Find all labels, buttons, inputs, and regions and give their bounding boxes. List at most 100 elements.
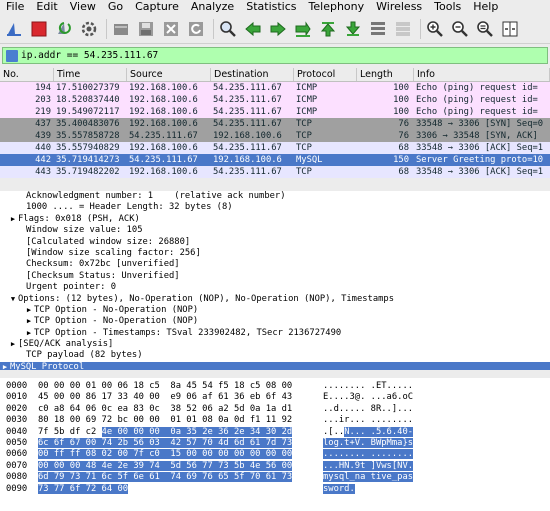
expand-arrow-icon[interactable]: ▶ [24,328,34,339]
packet-protocol: TCP [296,167,312,177]
collapse-arrow-icon[interactable]: ▼ [8,294,18,305]
packet-row[interactable]: 440 35.557940829 192.168.100.6 54.235.111.6… [0,142,550,154]
expand-arrow-icon[interactable]: ▶ [8,214,18,225]
reload-icon[interactable] [185,18,207,40]
packet-protocol: TCP [296,131,312,141]
hex-offset: 0070 [6,460,28,471]
hex-row[interactable]: 0090 73 77 6f 72 64 00 sword. [0,483,550,495]
hex-bytes-plain: 45 00 00 86 17 33 40 00 e9 06 af 61 36 e… [38,392,293,403]
menu-edit[interactable]: Edit [30,0,63,14]
shark-fin-icon[interactable] [3,18,25,40]
packet-protocol: TCP [296,143,312,153]
save-file-icon[interactable] [135,18,157,40]
menu-statistics[interactable]: Statistics [240,0,302,14]
detail-tree-label: TCP Option - No-Operation (NOP) [34,304,199,315]
detail-tree-item[interactable]: ▶ TCP Option - Timestamps: TSval 23390248… [0,328,550,339]
column-header-time[interactable]: Time [54,68,127,81]
detail-tree-item[interactable]: ▶ TCP Option - No-Operation (NOP) [0,316,550,327]
go-first-icon[interactable] [317,18,339,40]
detail-tree-item[interactable]: Urgent pointer: 0 [0,282,550,293]
stop-icon[interactable] [28,18,50,40]
go-back-icon[interactable] [242,18,264,40]
go-to-packet-icon[interactable] [292,18,314,40]
pane-splitter[interactable] [0,371,550,377]
column-header-length[interactable]: Length [357,68,414,81]
hex-bytes-highlighted: 6d 79 73 71 6c 5f 6e 61 74 69 76 65 5f 7… [38,472,293,483]
menu-help[interactable]: Help [467,0,504,14]
expand-arrow-icon[interactable]: ▶ [24,316,34,327]
go-last-icon[interactable] [342,18,364,40]
hex-bytes: 00 00 00 01 00 06 18 c5 8a 45 54 f5 18 c… [38,381,292,392]
hex-row[interactable]: 0050 6c 6f 67 00 74 2b 56 03 42 57 70 4d … [0,437,550,449]
column-header-no[interactable]: No. [0,68,54,81]
hex-ascii: ..d..... 8R..]... [323,404,413,415]
bookmark-icon[interactable] [6,49,18,62]
packet-time: 35.719482202 [56,167,120,177]
hex-row[interactable]: 0000 00 00 00 01 00 06 18 c5 8a 45 54 f5 … [0,381,550,392]
detail-tree-item[interactable]: Acknowledgment number: 1 (relative ack n… [0,191,550,202]
detail-tree-item[interactable]: ▶ Flags: 0x018 (PSH, ACK) [0,214,550,225]
detail-tree-item[interactable]: TCP payload (82 bytes) [0,350,550,361]
detail-tree-item[interactable]: Window size value: 105 [0,225,550,236]
column-header-info[interactable]: Info [414,68,550,81]
packet-time: 17.510027379 [56,83,120,93]
zoom-out-icon[interactable] [449,18,471,40]
hex-row[interactable]: 0010 45 00 00 86 17 33 40 00 e9 06 af 61 … [0,392,550,403]
menu-wireless[interactable]: Wireless [370,0,428,14]
menu-capture[interactable]: Capture [129,0,185,14]
hex-offset: 0000 [6,381,28,391]
restart-icon[interactable] [53,18,75,40]
detail-tree-label: TCP Option - Timestamps: TSval 233902482… [34,327,342,338]
expand-arrow-icon[interactable]: ▶ [24,305,34,316]
packet-row[interactable]: 203 18.520837440 192.168.100.6 54.235.111.6… [0,94,550,106]
autoscroll-icon[interactable] [367,18,389,40]
detail-tree-item[interactable]: [Checksum Status: Unverified] [0,271,550,282]
packet-row[interactable]: 219 19.549072117 192.168.100.6 54.235.111.6… [0,106,550,118]
packet-row[interactable]: 443 35.719482202 192.168.100.6 54.235.111.6… [0,166,550,178]
column-header-source[interactable]: Source [127,68,211,81]
hex-bytes-plain: c0 a8 64 06 0c ea 83 0c 38 52 06 a2 5d 0… [38,403,293,414]
display-filter-input[interactable] [21,48,541,63]
menu-view[interactable]: View [64,0,102,14]
find-icon[interactable] [217,18,239,40]
menu-file[interactable]: File [0,0,30,14]
menu-analyze[interactable]: Analyze [185,0,240,14]
packet-source: 192.168.100.6 [129,119,198,129]
packet-row[interactable]: 194 17.510027379 192.168.100.6 54.235.111.6… [0,82,550,94]
expand-arrow-icon[interactable]: ▶ [0,362,10,370]
menu-tools[interactable]: Tools [428,0,467,14]
hex-row[interactable]: 0060 00 ff ff 08 02 00 7f c0 15 00 00 00 … [0,449,550,460]
expand-arrow-icon[interactable]: ▶ [8,339,18,350]
detail-tree-item[interactable]: 1000 .... = Header Length: 32 bytes (8) [0,202,550,213]
menu-telephony[interactable]: Telephony [303,0,371,14]
hex-row[interactable]: 0020 c0 a8 64 06 0c ea 83 0c 38 52 06 a2 … [0,404,550,415]
zoom-normal-icon[interactable] [474,18,496,40]
detail-tree-item[interactable]: ▶ [SEQ/ACK analysis] [0,339,550,350]
close-file-icon[interactable] [160,18,182,40]
open-file-icon[interactable] [110,18,132,40]
hex-row[interactable]: 0040 7f 5b df c2 4e 00 00 00 0a 35 2e 36 … [0,426,550,438]
detail-tree-item[interactable]: ▶ TCP Option - No-Operation (NOP) [0,305,550,316]
resize-columns-icon[interactable] [499,18,521,40]
detail-tree-item[interactable]: [Window size scaling factor: 256] [0,248,550,259]
hex-row[interactable]: 0070 00 00 00 48 4e 2e 39 74 5d 56 77 73 … [0,460,550,472]
packet-bytes-pane: 0000 00 00 00 01 00 06 18 c5 8a 45 54 f5 … [0,378,550,511]
zoom-in-icon[interactable] [424,18,446,40]
detail-tree-item[interactable]: Checksum: 0x72bc [unverified] [0,259,550,270]
packet-info: 33548 → 3306 [ACK] Seq=1 [416,167,544,177]
column-header-protocol[interactable]: Protocol [294,68,357,81]
detail-tree-item[interactable]: [Calculated window size: 26880] [0,237,550,248]
go-forward-icon[interactable] [267,18,289,40]
options-gear-icon[interactable] [78,18,100,40]
packet-row[interactable]: 439 35.557858728 54.235.111.67 192.168.100.… [0,130,550,142]
menu-go[interactable]: Go [102,0,129,14]
hex-row[interactable]: 0080 6d 79 73 71 6c 5f 6e 61 74 69 76 65 … [0,472,550,483]
packet-row[interactable]: 437 35.400483076 192.168.100.6 54.235.111.6… [0,118,550,130]
packet-row[interactable]: 442 35.719414273 54.235.111.67 192.168.100.… [0,154,550,166]
detail-tree-item[interactable]: ▼ Options: (12 bytes), No-Operation (NOP)… [0,294,550,305]
pane-splitter[interactable] [0,182,550,188]
column-header-destination[interactable]: Destination [211,68,294,81]
hex-row[interactable]: 0030 80 18 00 69 72 bc 00 00 01 01 08 0a … [0,415,550,426]
colorize-icon[interactable] [392,18,414,40]
detail-tree-item[interactable]: ▶ MySQL Protocol [0,361,550,370]
